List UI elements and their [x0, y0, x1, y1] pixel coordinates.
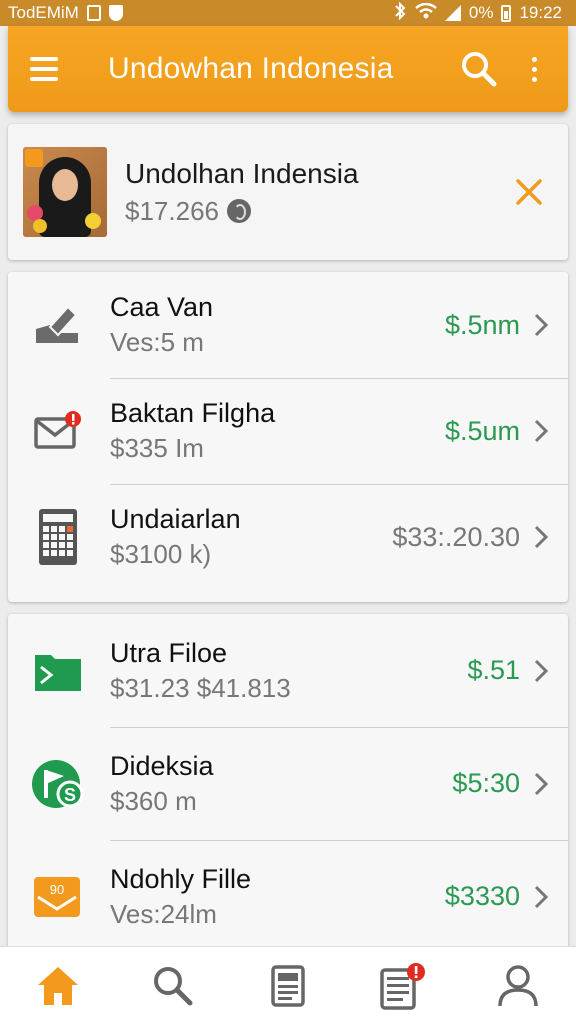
shield-icon	[108, 5, 123, 21]
more-dot-icon	[531, 66, 537, 72]
folder-icon	[28, 641, 88, 701]
list-item[interactable]: Caa Van Ves:5 m $.5nm	[8, 272, 568, 378]
coin-icon	[226, 199, 251, 223]
list-item[interactable]: Undaiarlan $3100 k) $33:.20.30	[8, 484, 568, 590]
document-icon	[271, 964, 305, 1007]
more-dot-icon	[531, 76, 537, 82]
item-value: $3330	[444, 881, 520, 911]
notification-icon	[86, 5, 101, 21]
profile-amount: $17.266	[125, 195, 219, 226]
chevron-right-icon	[526, 522, 556, 552]
money-flag-icon: S	[28, 754, 88, 814]
battery-icon	[501, 4, 512, 22]
item-title: Utra Filoe	[110, 637, 228, 668]
status-bar: TodEMiM 0% 19:22	[0, 0, 576, 26]
close-icon	[516, 179, 542, 205]
list-alert-icon	[380, 962, 426, 1010]
menu-button[interactable]	[30, 39, 90, 99]
item-subtitle: Ves:24lm	[110, 898, 217, 929]
search-icon	[153, 966, 193, 1005]
edit-icon	[28, 295, 88, 355]
clock: 19:22	[519, 3, 562, 22]
hamburger-icon-line	[30, 77, 58, 81]
nav-profile[interactable]	[483, 951, 553, 1021]
calculator-icon	[28, 507, 88, 567]
item-title: Dideksia	[110, 750, 214, 781]
app-title: Undowhan Indonesia	[108, 52, 394, 85]
list-item[interactable]: 90 Ndohly Fille Ves:24lm $3330	[8, 840, 568, 953]
more-dot-icon	[531, 56, 537, 62]
item-subtitle: $335 Im	[110, 433, 204, 463]
app-bar: Undowhan Indonesia	[8, 26, 568, 112]
hamburger-icon-line	[30, 67, 58, 71]
item-title: Caa Van	[110, 292, 214, 322]
chevron-right-icon	[526, 769, 556, 799]
hamburger-icon	[30, 57, 58, 61]
list-item[interactable]: Utra Filoe $31.23 $41.813 $.51	[8, 614, 568, 727]
item-subtitle: $360 m	[110, 785, 197, 816]
list-item[interactable]: Baktan Filgha $335 Im $.5um	[8, 378, 568, 484]
item-value: $.5um	[444, 415, 520, 446]
svg-text:S: S	[64, 785, 76, 805]
nav-search[interactable]	[138, 951, 208, 1021]
chevron-right-icon	[526, 416, 556, 446]
profile-amount-row: $17.266	[125, 196, 504, 227]
item-value: $.5nm	[444, 309, 520, 340]
item-subtitle: Ves:5 m	[110, 327, 204, 357]
item-value: $.51	[467, 655, 520, 685]
search-button[interactable]	[454, 44, 504, 94]
chevron-right-icon	[526, 656, 556, 686]
profile-icon	[498, 964, 539, 1006]
wifi-icon	[415, 2, 437, 24]
signal-icon	[444, 5, 461, 21]
overflow-menu-button[interactable]	[514, 44, 554, 94]
profile-name: Undolhan Indensia	[125, 157, 359, 189]
mail-alert-icon	[28, 401, 88, 461]
nav-notifications[interactable]	[368, 951, 438, 1021]
nav-documents[interactable]	[253, 951, 323, 1021]
item-title: Baktan Filgha	[110, 398, 276, 428]
search-icon	[462, 52, 497, 87]
chevron-right-icon	[526, 882, 556, 912]
envelope-label: 90	[50, 882, 64, 897]
avatar	[23, 147, 107, 237]
battery-label: 0%	[468, 3, 494, 22]
bluetooth-icon	[393, 1, 407, 25]
list-card-2: Utra Filoe $31.23 $41.813 $.51 S Dideksi…	[8, 614, 568, 954]
bottom-nav	[0, 946, 576, 1024]
item-title: Undaiarlan	[110, 504, 241, 534]
item-value: $5:30	[452, 768, 520, 798]
item-subtitle: $31.23 $41.813	[110, 672, 291, 703]
envelope-90-icon: 90	[28, 867, 88, 927]
nav-home[interactable]	[23, 951, 93, 1021]
close-button[interactable]	[504, 167, 554, 217]
item-value: $33:.20.30	[392, 521, 520, 552]
chevron-right-icon	[526, 310, 556, 340]
carrier-label: TodEMiM	[8, 3, 79, 22]
item-subtitle: $3100 k)	[110, 539, 212, 569]
badge-icon	[25, 149, 43, 167]
item-title: Ndohly Fille	[110, 863, 252, 894]
list-item[interactable]: S Dideksia $360 m $5:30	[8, 727, 568, 840]
list-card-1: Caa Van Ves:5 m $.5nm Baktan Filgha $335…	[8, 272, 568, 602]
profile-card[interactable]: Undolhan Indensia $17.266	[8, 124, 568, 260]
home-icon	[37, 966, 78, 1005]
